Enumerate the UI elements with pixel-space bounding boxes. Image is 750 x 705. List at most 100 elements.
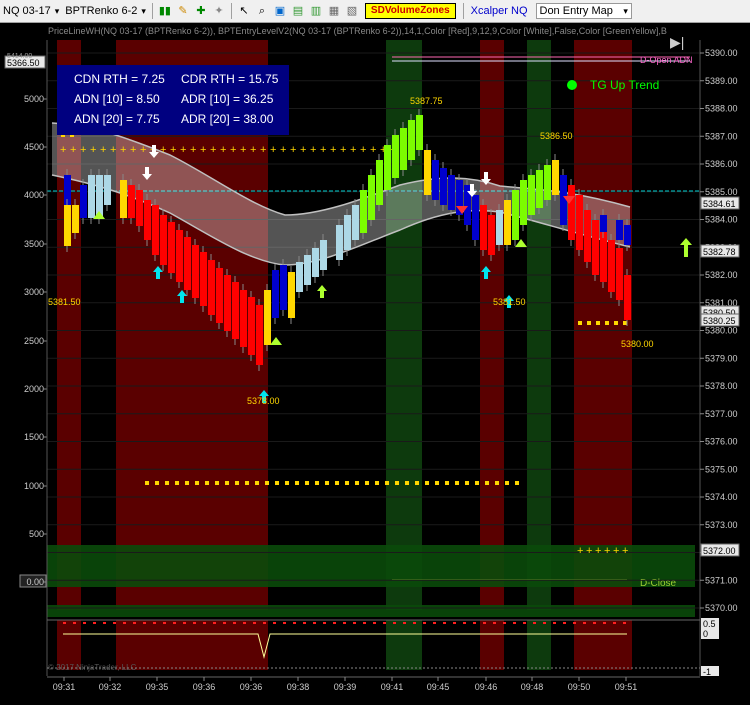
left-axis-label: 2000 [24,384,44,394]
add-indicator-icon[interactable]: ✚ [194,4,208,18]
renko-bar [184,237,191,290]
level-plus: + [340,144,346,156]
level-dot [335,481,339,485]
level-dot [265,481,269,485]
sub-dot [223,622,226,624]
level-dot [195,481,199,485]
pencil-icon[interactable]: ✎ [176,4,190,18]
level-dot [587,321,591,325]
level-dot [155,481,159,485]
level-plus: + [577,545,583,557]
time-axis-label: 09:36 [240,682,263,692]
level-plus: + [80,144,86,156]
sub-axis-label: 0.5 [703,619,716,629]
sub-red-zone [116,620,268,670]
renko-bar [336,225,343,260]
price-label: 5381.50 [48,297,81,307]
sub-dot [163,622,166,624]
bar-type-selector[interactable]: BPTRenko 6-2 ▾ [62,1,149,21]
renko-bar [96,175,103,218]
instrument-label: NQ 03-17 [3,5,51,17]
sub-red-zone [574,620,632,670]
trend-dot-icon [567,80,577,90]
renko-bar [552,160,559,195]
level-dot [245,481,249,485]
time-axis-label: 09:31 [53,682,76,692]
xcalper-button[interactable]: Xcalper NQ [471,5,528,17]
sub-dot [393,622,396,624]
snapshot-icon[interactable]: ▦ [327,4,341,18]
sub-dot [403,622,406,624]
price-chart[interactable]: D-Close PriceLineWH(NQ 03-17 (BPTRenko 6… [0,23,750,700]
level-dot [235,481,239,485]
sub-dot [203,622,206,624]
right-price-marker-label: 5380.25 [703,316,736,326]
properties-icon[interactable]: ▣ [273,4,287,18]
level-dot [405,481,409,485]
sub-dot [613,622,616,624]
renko-bar [512,190,519,240]
renko-bar [624,225,631,245]
level-dot [205,481,209,485]
sub-dot [343,622,346,624]
right-axis-label: 5378.00 [705,381,738,391]
right-axis-label: 5382.00 [705,270,738,280]
sub-dot [283,622,286,624]
right-axis-label: 5371.00 [705,575,738,585]
don-entry-map-dropdown[interactable]: Don Entry Map [535,3,632,19]
sub-dot [623,622,626,624]
bar-style-icon[interactable]: ▮▮ [158,4,172,18]
sd-volume-zones-button[interactable]: SDVolumeZones [364,3,456,19]
renko-bar [216,268,223,323]
sub-dot [153,622,156,624]
level-dot [285,481,289,485]
level-dot [145,481,149,485]
level-plus: + [90,144,96,156]
level-dot [275,481,279,485]
sub-dot [483,622,486,624]
time-axis-label: 09:45 [427,682,450,692]
level-plus: + [280,144,286,156]
level-plus: + [170,144,176,156]
strategy-icon[interactable]: ✦ [212,4,226,18]
renko-bar [504,200,511,245]
renko-bar [152,205,159,255]
renko-bar [432,160,439,200]
renko-bar [624,275,631,320]
right-axis-label: 5384.00 [705,215,738,225]
zoom-icon[interactable]: ⌕ [255,4,269,18]
cursor-icon[interactable]: ↖ [237,4,251,18]
sub-dot [563,622,566,624]
sub-dot [493,622,496,624]
time-axis-label: 09:51 [615,682,638,692]
share-icon[interactable]: ▧ [345,4,359,18]
renko-bar [488,215,495,255]
level-dot [485,481,489,485]
sub-dot [593,622,596,624]
renko-bar [136,190,143,226]
scroll-end-icon[interactable]: ▶| [670,34,684,50]
chart-trader-icon[interactable]: ▤ [291,4,305,18]
stats-info-box: CDN RTH = 7.25 CDR RTH = 15.75 ADN [10] … [57,65,289,135]
level-plus: + [130,144,136,156]
level-plus: + [240,144,246,156]
renko-bar [472,195,479,240]
renko-bar [528,175,535,215]
level-plus: + [290,144,296,156]
sub-dot [543,622,546,624]
level-plus: + [70,144,76,156]
time-axis-label: 09:36 [193,682,216,692]
instrument-selector[interactable]: NQ 03-17 ▾ [0,1,62,21]
renko-bar [544,165,551,200]
data-box-icon[interactable]: ▥ [309,4,323,18]
level-plus: + [320,144,326,156]
left-axis-label: 1500 [24,432,44,442]
right-price-marker-label: 5382.78 [703,247,736,257]
level-plus: + [230,144,236,156]
level-plus: + [370,144,376,156]
price-label: 5381.50 [493,297,526,307]
level-plus: + [604,545,610,557]
sub-dot [173,622,176,624]
sub-green-zone [386,620,422,670]
renko-bar [120,180,127,218]
